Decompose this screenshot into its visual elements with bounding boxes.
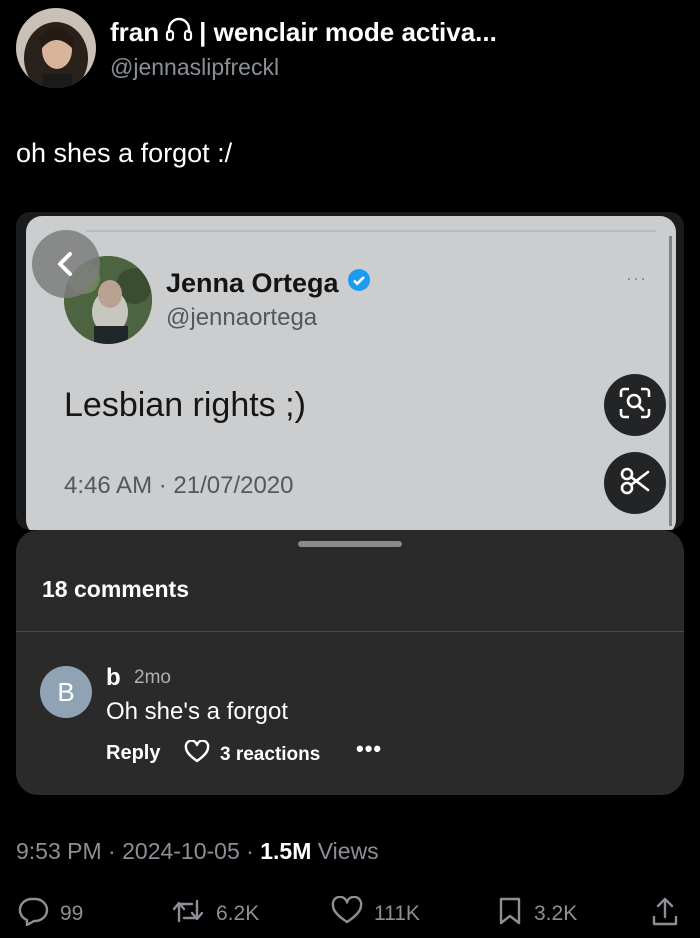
reactions-count: 3 reactions — [220, 744, 321, 765]
bookmark-action[interactable]: 3.2K — [496, 896, 577, 932]
tweet-date: 2024-10-05 — [122, 838, 240, 864]
comments-count: 18 comments — [42, 576, 190, 602]
comments-sheet: 18 comments B b 2mo Oh she's a forgot Re… — [16, 530, 684, 795]
verified-badge-icon — [347, 268, 371, 299]
embedded-text: Lesbian rights ;) — [64, 386, 306, 424]
bookmark-count: 3.2K — [534, 902, 578, 925]
share-icon — [650, 896, 680, 934]
share-action[interactable] — [650, 896, 680, 934]
heart-icon — [184, 739, 210, 770]
author-handle[interactable]: @jennaslipfreckl — [110, 54, 279, 81]
repost-action[interactable]: 6.2K — [170, 896, 259, 932]
drag-handle[interactable] — [298, 541, 402, 547]
author-display-name[interactable]: fran | wenclair mode activa... — [110, 16, 497, 49]
reactions-button[interactable]: 3 reactions — [184, 739, 321, 770]
screenshot-card: Jenna Ortega @jennaortega ··· Lesbian ri… — [26, 216, 676, 530]
author-avatar[interactable] — [16, 8, 96, 88]
divider — [669, 236, 672, 526]
embedded-display-name: Jenna Ortega — [166, 268, 339, 298]
repost-count: 6.2K — [216, 902, 260, 925]
tweet-meta: 9:53 PM · 2024-10-05 · 1.5M Views — [16, 838, 379, 864]
comment-age: 2mo — [134, 667, 171, 688]
attached-screenshot[interactable]: Jenna Ortega @jennaortega ··· Lesbian ri… — [16, 212, 684, 530]
headphones-icon — [165, 16, 193, 49]
comment-more-icon[interactable]: ••• — [356, 736, 382, 762]
divider — [16, 631, 684, 632]
like-action[interactable]: 111K — [330, 895, 420, 932]
reply-button[interactable]: Reply — [106, 742, 160, 765]
divider — [86, 230, 656, 232]
reply-action[interactable]: 99 — [16, 896, 83, 932]
commenter-avatar[interactable]: B — [40, 666, 92, 718]
reply-count: 99 — [60, 902, 84, 925]
repost-icon — [170, 896, 206, 932]
embedded-name: Jenna Ortega — [166, 268, 371, 299]
reply-icon — [16, 896, 50, 932]
back-button[interactable] — [32, 230, 100, 298]
back-chevron-icon — [32, 252, 100, 302]
heart-icon — [330, 895, 364, 932]
bookmark-icon — [496, 896, 524, 932]
author-name: fran — [110, 17, 160, 47]
tweet-time: 9:53 PM — [16, 838, 102, 864]
embedded-handle: @jennaortega — [166, 304, 318, 331]
visual-search-button[interactable] — [604, 374, 666, 436]
comment-text: Oh she's a forgot — [106, 698, 289, 725]
embedded-timestamp: 4:46 AM · 21/07/2020 — [64, 472, 294, 499]
commenter-name[interactable]: b — [106, 664, 121, 692]
search-image-icon — [617, 385, 653, 426]
scissors-icon — [618, 464, 652, 503]
views-label: Views — [317, 838, 379, 864]
views-count: 1.5M — [260, 838, 312, 864]
author-name-suffix: | wenclair mode activa... — [199, 17, 497, 47]
tweet-text: oh shes a forgot :/ — [16, 138, 233, 168]
embedded-more-icon: ··· — [626, 268, 647, 288]
like-count: 111K — [374, 902, 420, 925]
crop-button[interactable] — [604, 452, 666, 514]
